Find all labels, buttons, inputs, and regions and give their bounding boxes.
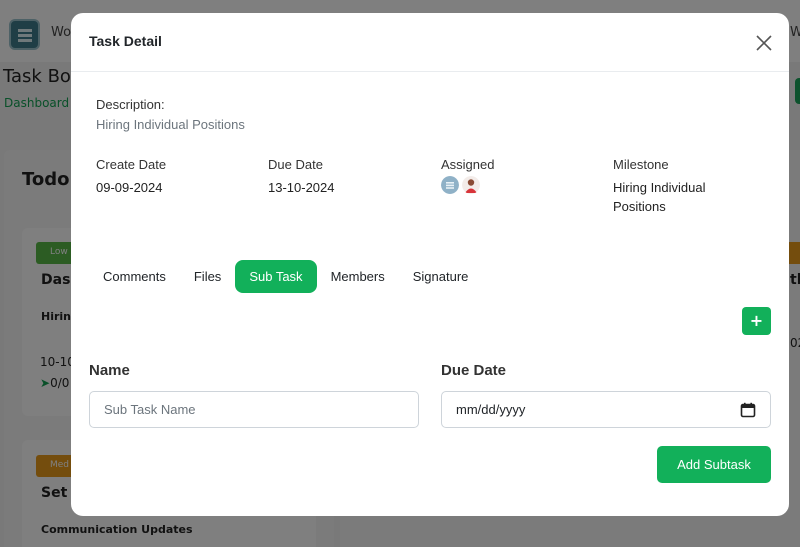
due-date-field-label: Due Date [441,362,507,379]
add-subtask-button[interactable]: Add Subtask [657,446,771,483]
create-date-value: 09-09-2024 [96,180,163,195]
add-subtask-icon-button[interactable]: + [742,307,771,335]
due-date-value: 13-10-2024 [268,180,335,195]
tab-comments[interactable]: Comments [89,260,180,293]
subtask-name-input[interactable] [89,391,419,428]
due-date-placeholder: mm/dd/yyyy [456,402,526,417]
milestone-value-line-2: Positions [613,199,666,214]
due-date-label: Due Date [268,157,323,172]
description-value: Hiring Individual Positions [96,117,245,132]
create-date-label: Create Date [96,157,167,172]
name-label: Name [89,362,130,379]
detail-tabs: Comments Files Sub Task Members Signatur… [89,260,482,293]
close-icon [756,35,772,51]
close-button[interactable] [753,32,775,54]
tab-signature[interactable]: Signature [399,260,483,293]
tab-members[interactable]: Members [317,260,399,293]
avatar[interactable] [462,176,480,194]
milestone-label: Milestone [613,157,669,172]
avatar[interactable] [441,176,459,194]
milestone-value: Hiring Individual [613,180,706,195]
description-label: Description: [96,97,165,112]
assigned-label: Assigned [441,157,495,172]
modal-title: Task Detail [89,33,162,49]
modal-header: Task Detail [71,13,789,72]
tab-sub-task[interactable]: Sub Task [235,260,317,293]
task-detail-modal: Task Detail Description: Hiring Individu… [71,13,789,516]
subtask-due-date-input[interactable]: mm/dd/yyyy [441,391,771,428]
calendar-icon[interactable] [740,402,756,418]
tab-files[interactable]: Files [180,260,235,293]
plus-icon: + [749,311,764,330]
